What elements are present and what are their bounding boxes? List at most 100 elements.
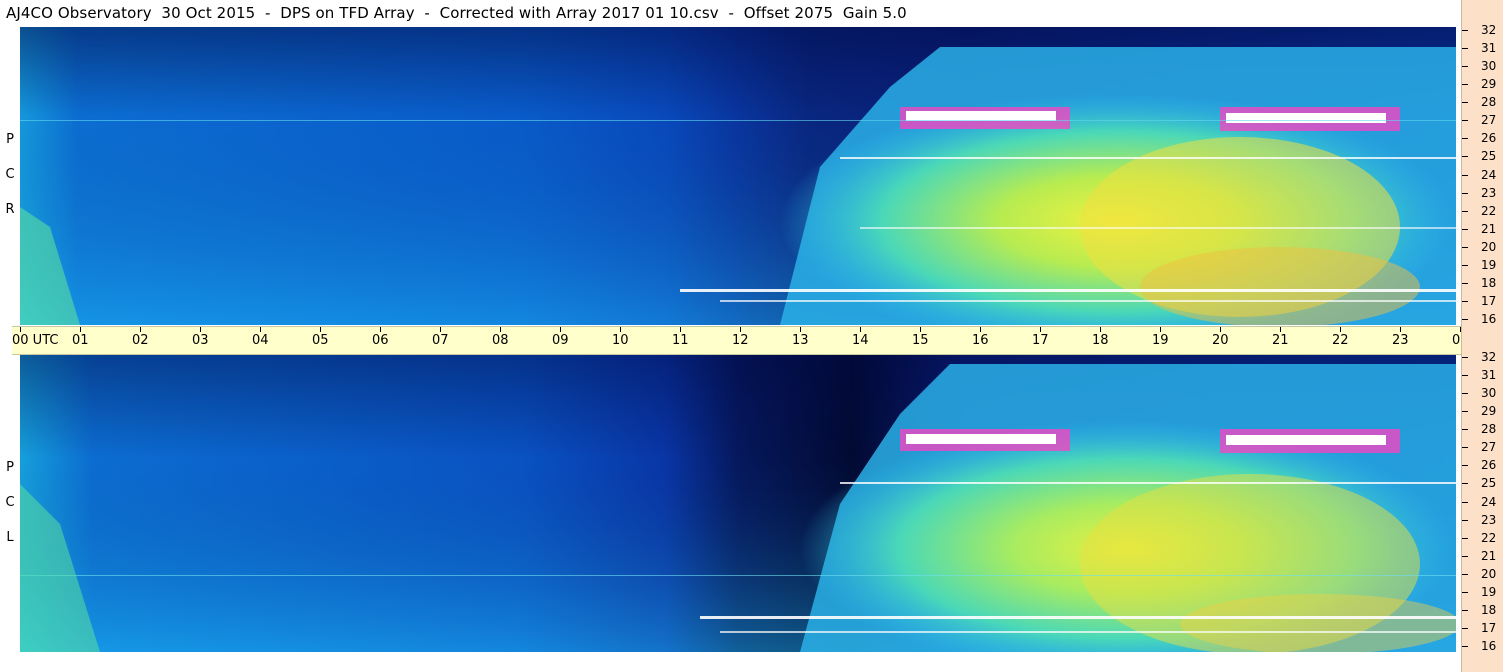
lcp-freq-label: 25 [1481,476,1497,491]
time-tick-label: 11 [672,333,689,348]
chart-title: AJ4CO Observatory 30 Oct 2015 - DPS on T… [6,4,907,22]
lcp-spectrogram-image [20,354,1456,652]
time-tick-label: 09 [552,333,569,348]
rcp-freq-label: 25 [1481,149,1497,164]
time-tick-label: 23 [1392,333,1409,348]
time-tick-label: 15 [912,333,929,348]
freq-tick [1462,210,1468,212]
freq-tick [1462,537,1468,539]
time-tick-label: 03 [192,333,209,348]
lcp-freq-label: 17 [1481,620,1497,635]
rcp-freq-label: 16 [1481,312,1497,326]
freq-tick [1462,66,1468,68]
time-tick [1340,327,1341,332]
time-tick [380,327,381,332]
freq-tick [1462,228,1468,230]
freq-tick [1462,357,1468,358]
time-tick [20,327,21,332]
lcp-freq-label: 31 [1481,368,1497,383]
time-tick-label: 20 [1212,333,1229,348]
freq-tick [1462,174,1468,176]
time-tick-label: 06 [372,333,389,348]
time-tick-label: 04 [252,333,269,348]
time-tick-label: 05 [312,333,329,348]
freq-tick [1462,138,1468,140]
lcp-freq-label: 21 [1481,548,1497,563]
time-tick [500,327,501,332]
time-tick-label: 10 [612,333,629,348]
freq-tick [1462,156,1468,158]
time-tick [680,327,681,332]
rcp-freq-label: 18 [1481,275,1497,290]
title-bar: AJ4CO Observatory 30 Oct 2015 - DPS on T… [0,0,1461,26]
lcp-freq-label: 32 [1481,350,1497,364]
time-tick [1100,327,1101,332]
rcp-spectrogram-image [20,27,1456,325]
rcp-freq-label: 26 [1481,131,1497,146]
lcp-freq-label: 29 [1481,404,1497,419]
time-tick-label: 22 [1332,333,1349,348]
freq-tick [1462,411,1468,413]
rcp-letter-c: C [5,167,15,182]
time-tick [620,327,621,332]
time-tick-label: 00 UTC [12,333,59,348]
time-tick-label: 14 [852,333,869,348]
rcp-freq-label: 29 [1481,77,1497,92]
lcp-letter-c: C [5,495,15,510]
time-tick-label: 07 [432,333,449,348]
rcp-freq-label: 20 [1481,239,1497,254]
lcp-freq-label: 16 [1481,639,1497,653]
time-tick-label: 13 [792,333,809,348]
rcp-freq-label: 32 [1481,23,1497,37]
time-tick-label: 16 [972,333,989,348]
time-tick [440,327,441,332]
time-tick [200,327,201,332]
freq-tick [1462,375,1468,377]
rcp-letter-p: R [5,202,15,217]
lcp-freq-label: 20 [1481,566,1497,581]
freq-tick [1462,519,1468,521]
freq-tick [1462,282,1468,284]
freq-tick [1462,84,1468,86]
time-tick-label: 17 [1032,333,1049,348]
time-tick [80,327,81,332]
lcp-freq-label: 19 [1481,584,1497,599]
freq-tick [1462,591,1468,593]
freq-tick [1462,30,1468,31]
time-tick [560,327,561,332]
time-tick-label: 18 [1092,333,1109,348]
time-tick [740,327,741,332]
time-tick [860,327,861,332]
time-tick-label: 02 [132,333,149,348]
rcp-freq-label: 19 [1481,257,1497,272]
lcp-freq-label: 18 [1481,602,1497,617]
freq-tick [1462,48,1468,50]
freq-tick [1462,609,1468,611]
lcp-freq-label: 24 [1481,494,1497,509]
rcp-freq-label: 24 [1481,167,1497,182]
rcp-spectrogram [20,27,1456,325]
time-tick [1220,327,1221,332]
rcp-freq-label: 17 [1481,293,1497,308]
rcp-freq-label: 22 [1481,203,1497,218]
freq-tick [1462,264,1468,266]
lcp-letter-p: P [6,460,14,475]
time-tick [1280,327,1281,332]
time-tick [260,327,261,332]
freq-tick [1462,646,1468,647]
freq-tick [1462,319,1468,320]
freq-tick [1462,246,1468,248]
rcp-freq-label: 28 [1481,95,1497,110]
time-tick [1400,327,1401,332]
time-tick [1040,327,1041,332]
time-tick [920,327,921,332]
lcp-freq-label: 26 [1481,458,1497,473]
freq-tick [1462,501,1468,503]
freq-tick [1462,120,1468,122]
rcp-freq-label: 27 [1481,113,1497,128]
time-tick-label: 19 [1152,333,1169,348]
time-tick [980,327,981,332]
freq-tick [1462,192,1468,194]
freq-tick [1462,429,1468,431]
freq-tick [1462,555,1468,557]
